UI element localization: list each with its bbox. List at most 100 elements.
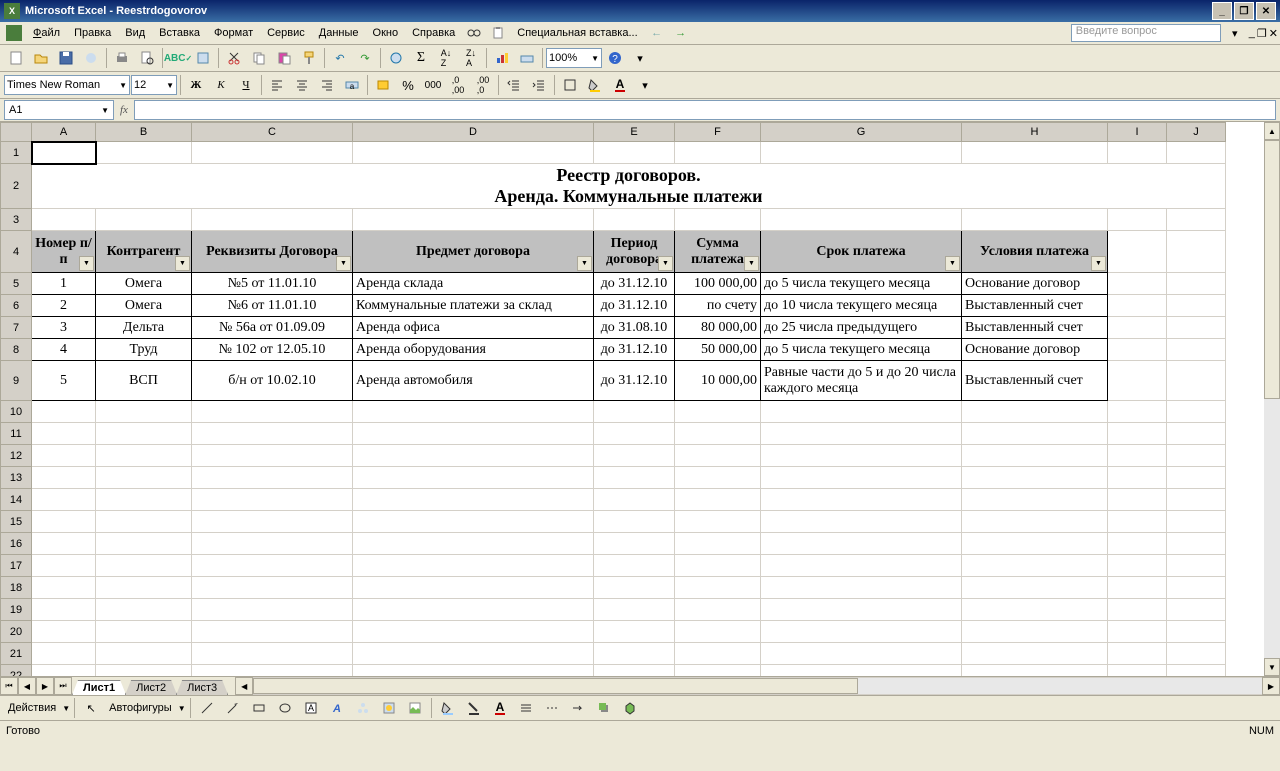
cell-D13[interactable] xyxy=(353,467,594,489)
cell-G11[interactable] xyxy=(761,423,962,445)
cell-A22[interactable] xyxy=(32,665,96,677)
cell-B12[interactable] xyxy=(96,445,192,467)
menu-view[interactable]: Вид xyxy=(118,25,152,41)
cell-H19[interactable] xyxy=(962,599,1108,621)
chart-icon[interactable] xyxy=(490,46,514,70)
cell-D15[interactable] xyxy=(353,511,594,533)
cell-G15[interactable] xyxy=(761,511,962,533)
cell-J22[interactable] xyxy=(1167,665,1226,677)
row-header-14[interactable]: 14 xyxy=(1,489,32,511)
arrow-style-icon[interactable] xyxy=(566,696,590,720)
sort-asc-icon[interactable]: A↓Z xyxy=(434,46,458,70)
font-color-icon[interactable]: A xyxy=(608,73,632,97)
cell-I14[interactable] xyxy=(1108,489,1167,511)
cell-B14[interactable] xyxy=(96,489,192,511)
cell-J11[interactable] xyxy=(1167,423,1226,445)
cell-H17[interactable] xyxy=(962,555,1108,577)
sheet-tab-1[interactable]: Лист1 xyxy=(72,680,126,695)
cell-G21[interactable] xyxy=(761,643,962,665)
cell-G13[interactable] xyxy=(761,467,962,489)
cell-A17[interactable] xyxy=(32,555,96,577)
arrow-line-icon[interactable] xyxy=(221,696,245,720)
cell-H9[interactable]: Выставленный счет xyxy=(962,361,1108,401)
cell-H21[interactable] xyxy=(962,643,1108,665)
cell-A3[interactable] xyxy=(32,209,96,231)
cell-E10[interactable] xyxy=(594,401,675,423)
menu-insert[interactable]: Вставка xyxy=(152,25,207,41)
cell-H1[interactable] xyxy=(962,142,1108,164)
cell-G17[interactable] xyxy=(761,555,962,577)
zoom-select[interactable]: 100%▼ xyxy=(546,48,602,68)
cell-E13[interactable] xyxy=(594,467,675,489)
shadow-icon[interactable] xyxy=(592,696,616,720)
cell-A6[interactable]: 2 xyxy=(32,295,96,317)
cell-G20[interactable] xyxy=(761,621,962,643)
paste-icon[interactable] xyxy=(272,46,296,70)
col-header-D[interactable]: D xyxy=(353,123,594,142)
decrease-indent-icon[interactable] xyxy=(502,73,526,97)
cell-I22[interactable] xyxy=(1108,665,1167,677)
cell-F5[interactable]: 100 000,00 xyxy=(675,273,761,295)
cell-I16[interactable] xyxy=(1108,533,1167,555)
cell-F12[interactable] xyxy=(675,445,761,467)
help-search-input[interactable]: Введите вопрос xyxy=(1071,24,1221,42)
cell-H16[interactable] xyxy=(962,533,1108,555)
wordart-icon[interactable]: A xyxy=(325,696,349,720)
row-header-21[interactable]: 21 xyxy=(1,643,32,665)
sort-desc-icon[interactable]: Z↓A xyxy=(459,46,483,70)
cell-D22[interactable] xyxy=(353,665,594,677)
cell-E14[interactable] xyxy=(594,489,675,511)
cell-C10[interactable] xyxy=(192,401,353,423)
arrow-left-icon[interactable]: ← xyxy=(645,21,669,45)
cell-J16[interactable] xyxy=(1167,533,1226,555)
cell-A8[interactable]: 4 xyxy=(32,339,96,361)
cell-A13[interactable] xyxy=(32,467,96,489)
row-header-22[interactable]: 22 xyxy=(1,665,32,677)
cell-I11[interactable] xyxy=(1108,423,1167,445)
print-icon[interactable] xyxy=(110,46,134,70)
tab-next-button[interactable]: ▶ xyxy=(36,677,54,695)
align-center-icon[interactable] xyxy=(290,73,314,97)
fill-color-icon[interactable] xyxy=(583,73,607,97)
cell-A21[interactable] xyxy=(32,643,96,665)
doc-minimize-button[interactable]: _ xyxy=(1249,27,1255,39)
cell-H18[interactable] xyxy=(962,577,1108,599)
cell-I10[interactable] xyxy=(1108,401,1167,423)
cell-F20[interactable] xyxy=(675,621,761,643)
autoshapes-menu[interactable]: Автофигуры xyxy=(105,702,176,714)
cell-A2[interactable]: Реестр договоров.Аренда. Коммунальные пл… xyxy=(32,164,1226,209)
row-header-1[interactable]: 1 xyxy=(1,142,32,164)
cell-C5[interactable]: №5 от 11.01.10 xyxy=(192,273,353,295)
cell-C9[interactable]: б/н от 10.02.10 xyxy=(192,361,353,401)
cell-D20[interactable] xyxy=(353,621,594,643)
cell-A11[interactable] xyxy=(32,423,96,445)
textbox-icon[interactable]: A xyxy=(299,696,323,720)
filter-arrow[interactable]: ▼ xyxy=(577,256,592,271)
cell-C20[interactable] xyxy=(192,621,353,643)
sheet-tab-2[interactable]: Лист2 xyxy=(125,680,177,695)
cell-I3[interactable] xyxy=(1108,209,1167,231)
cell-G3[interactable] xyxy=(761,209,962,231)
copy-icon[interactable] xyxy=(247,46,271,70)
fx-icon[interactable]: fx xyxy=(120,104,128,116)
cell-E1[interactable] xyxy=(594,142,675,164)
insert-picture-icon[interactable] xyxy=(403,696,427,720)
line-icon[interactable] xyxy=(195,696,219,720)
cell-J14[interactable] xyxy=(1167,489,1226,511)
cell-A19[interactable] xyxy=(32,599,96,621)
cell-I15[interactable] xyxy=(1108,511,1167,533)
cell-C21[interactable] xyxy=(192,643,353,665)
minimize-button[interactable]: _ xyxy=(1212,2,1232,20)
cell-F8[interactable]: 50 000,00 xyxy=(675,339,761,361)
row-header-15[interactable]: 15 xyxy=(1,511,32,533)
cell-F14[interactable] xyxy=(675,489,761,511)
fill-bucket-icon[interactable] xyxy=(436,696,460,720)
cell-H14[interactable] xyxy=(962,489,1108,511)
cell-J15[interactable] xyxy=(1167,511,1226,533)
cell-H7[interactable]: Выставленный счет xyxy=(962,317,1108,339)
cell-B4[interactable]: Контрагент▼ xyxy=(96,231,192,273)
cell-J7[interactable] xyxy=(1167,317,1226,339)
row-header-7[interactable]: 7 xyxy=(1,317,32,339)
cell-E12[interactable] xyxy=(594,445,675,467)
cell-D12[interactable] xyxy=(353,445,594,467)
